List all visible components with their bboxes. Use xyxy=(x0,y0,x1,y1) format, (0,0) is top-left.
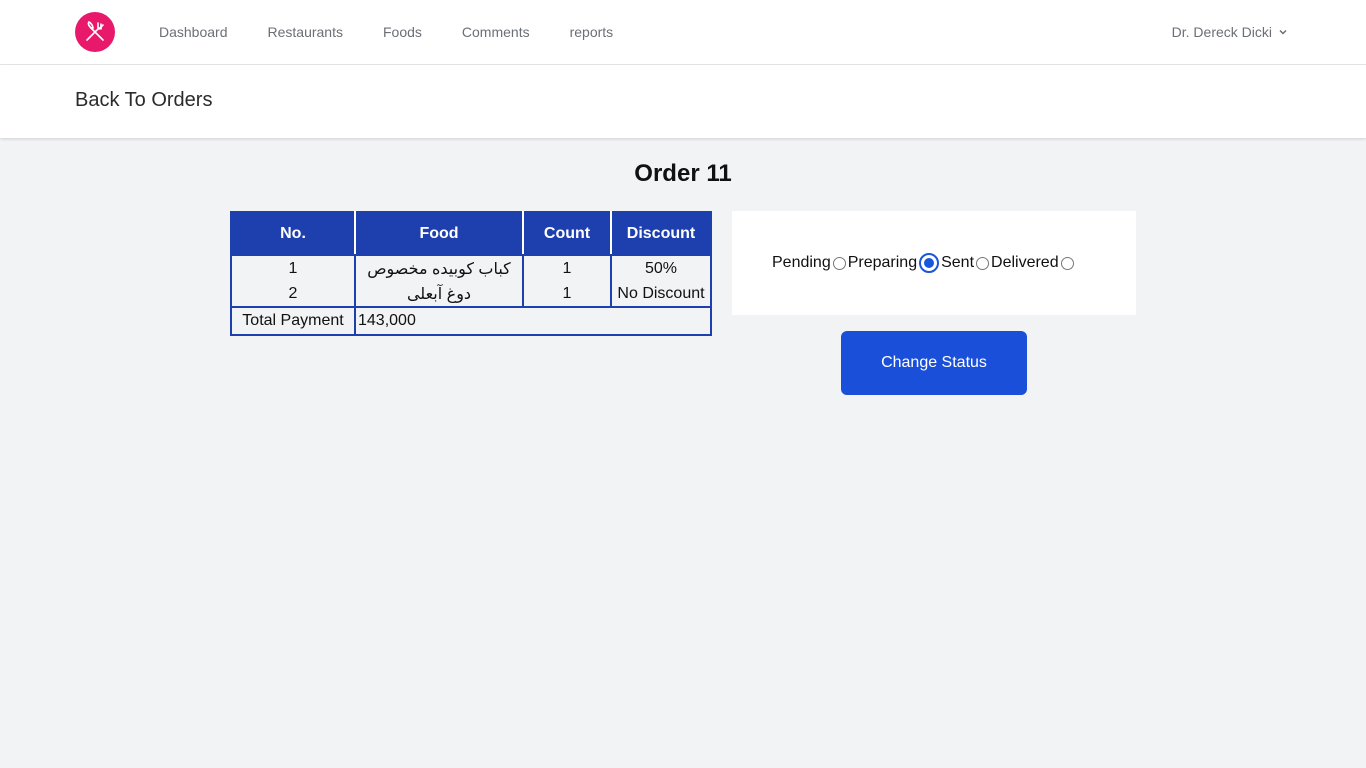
total-label: Total Payment xyxy=(230,306,356,336)
column-header-discount: Discount xyxy=(610,211,712,256)
nav-foods[interactable]: Foods xyxy=(383,24,422,40)
chevron-down-icon xyxy=(1278,27,1288,37)
nav-restaurants[interactable]: Restaurants xyxy=(268,24,343,40)
cell-count: 1 xyxy=(522,255,612,281)
change-status-button[interactable]: Change Status xyxy=(841,331,1027,395)
nav-dashboard[interactable]: Dashboard xyxy=(159,24,228,40)
total-row: Total Payment 143,000 xyxy=(230,306,712,336)
status-label: Preparing xyxy=(847,254,918,271)
nav-reports[interactable]: reports xyxy=(570,24,614,40)
column-header-no: No. xyxy=(230,211,356,256)
cell-food: دوغ آبعلی xyxy=(354,281,524,308)
back-to-orders-link[interactable]: Back To Orders xyxy=(75,89,212,112)
radio-pending[interactable] xyxy=(832,256,846,270)
cell-discount: 50% xyxy=(610,255,712,281)
nav-comments[interactable]: Comments xyxy=(462,24,530,40)
status-label: Sent xyxy=(941,254,975,271)
column-header-count: Count xyxy=(522,211,612,256)
cell-count: 1 xyxy=(522,281,612,308)
table-header-row: No. Food Count Discount xyxy=(230,211,712,256)
radio-preparing[interactable] xyxy=(919,253,940,273)
status-option-delivered[interactable]: Delivered xyxy=(991,254,1076,272)
total-value: 143,000 xyxy=(354,306,712,336)
status-option-pending[interactable]: Pending xyxy=(772,254,848,272)
status-label: Pending xyxy=(772,254,831,271)
status-panel: Pending Preparing Sent Delivered xyxy=(732,211,1136,315)
cell-no: 1 xyxy=(230,255,356,281)
top-navbar: Dashboard Restaurants Foods Comments rep… xyxy=(0,0,1366,65)
cell-no: 2 xyxy=(230,281,356,308)
table-row: 1 کباب کوبیده مخصوص 1 50% xyxy=(230,255,712,281)
logo[interactable] xyxy=(75,12,115,52)
table-row: 2 دوغ آبعلی 1 No Discount xyxy=(230,281,712,308)
cell-discount: No Discount xyxy=(610,281,712,308)
column-header-food: Food xyxy=(354,211,524,256)
nav-links: Dashboard Restaurants Foods Comments rep… xyxy=(159,0,653,64)
status-label: Delivered xyxy=(991,254,1059,271)
order-items-table: No. Food Count Discount 1 کباب کوبیده مخ… xyxy=(230,211,712,336)
cell-food: کباب کوبیده مخصوص xyxy=(354,255,524,281)
page-title: Order 11 xyxy=(634,160,732,187)
status-option-sent[interactable]: Sent xyxy=(941,254,991,272)
fork-knife-icon xyxy=(86,21,104,41)
radio-delivered[interactable] xyxy=(1060,256,1074,270)
sub-header: Back To Orders xyxy=(0,65,1366,138)
user-name: Dr. Dereck Dicki xyxy=(1171,24,1272,40)
status-radio-group: Pending Preparing Sent Delivered xyxy=(772,253,1076,273)
radio-sent[interactable] xyxy=(976,256,990,270)
user-menu[interactable]: Dr. Dereck Dicki xyxy=(1172,0,1288,64)
status-option-preparing[interactable]: Preparing xyxy=(848,253,941,273)
